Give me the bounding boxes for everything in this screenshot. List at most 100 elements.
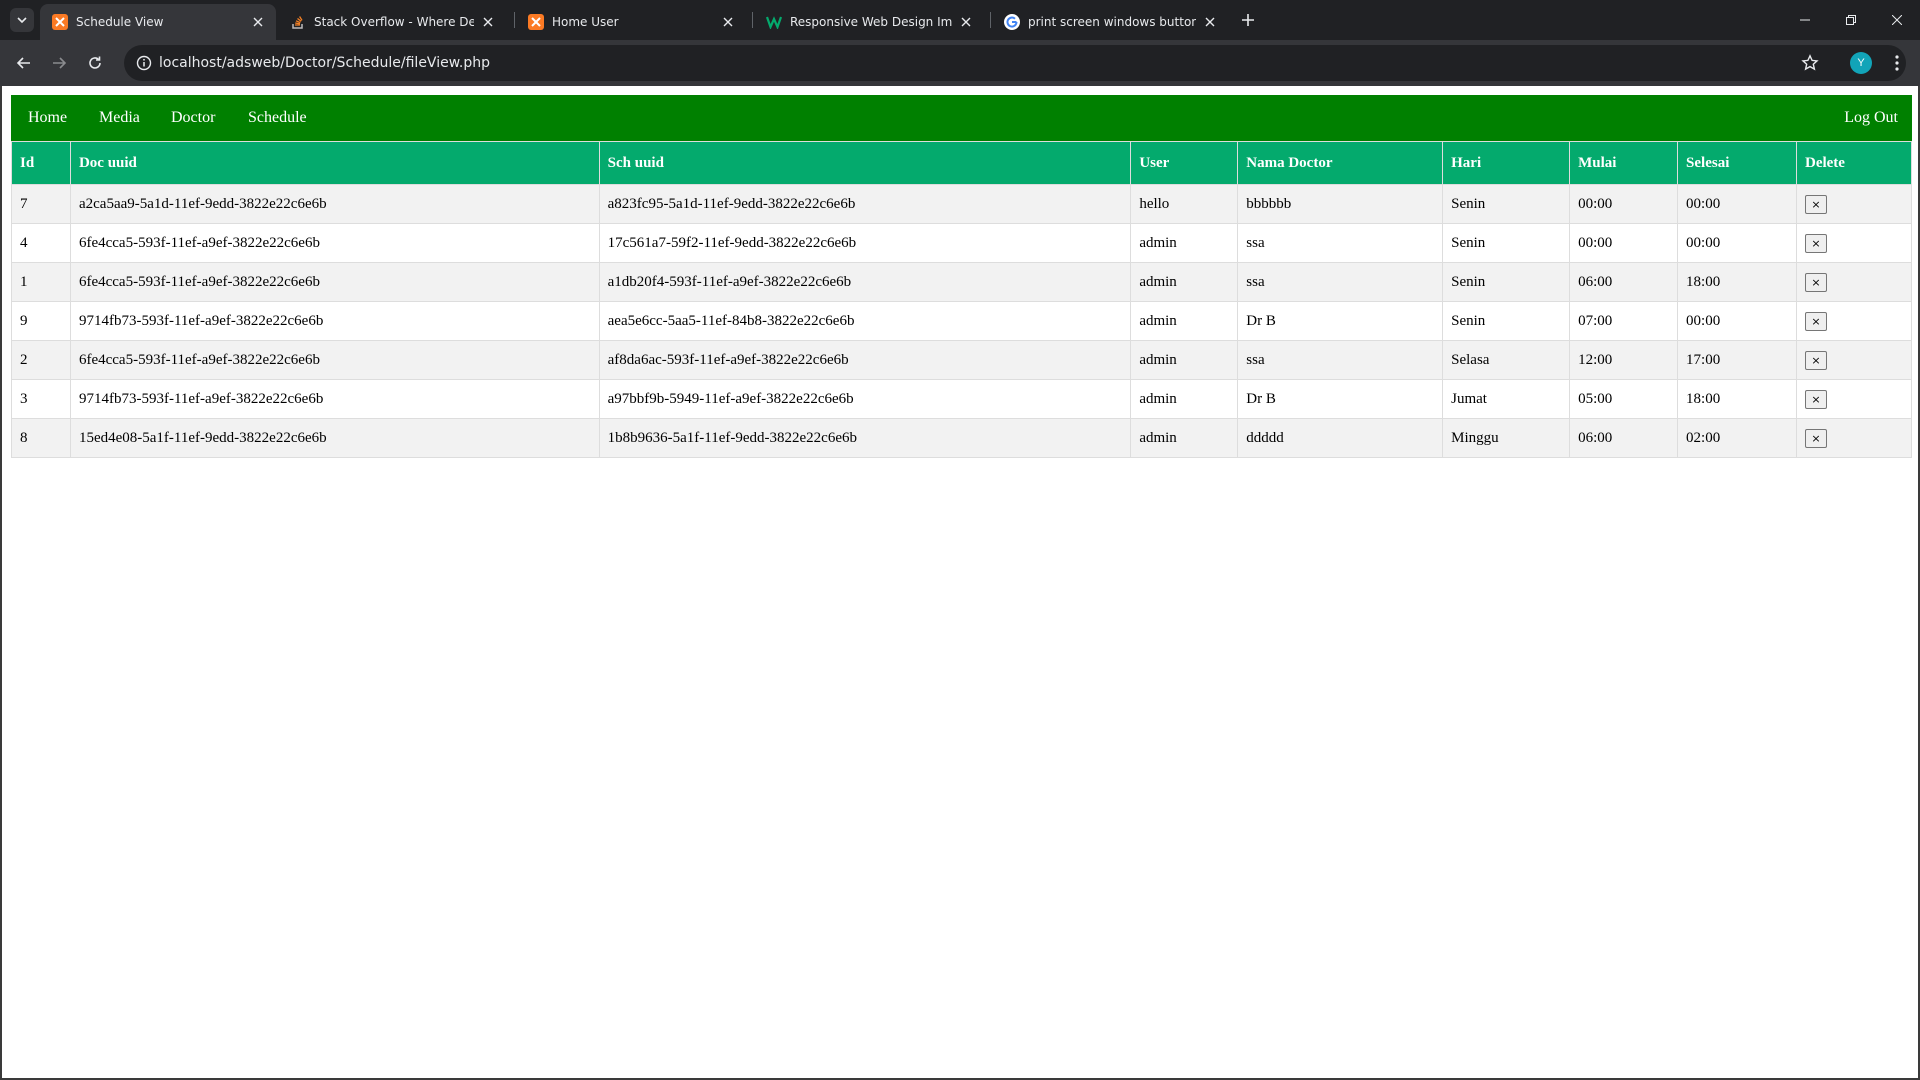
plus-icon <box>1242 14 1254 26</box>
reload-button[interactable] <box>79 47 111 79</box>
stackoverflow-icon <box>290 14 306 30</box>
delete-button[interactable]: × <box>1804 428 1827 448</box>
arrow-right-icon <box>53 57 67 69</box>
table-row: 7 a2ca5aa9-5a1d-11ef-9edd-3822e22c6e6b a… <box>11 184 1913 224</box>
cell-sch-uuid: 17c561a7-59f2-11ef-9edd-3822e22c6e6b <box>598 223 1132 263</box>
column-header-hari: Hari <box>1442 141 1571 185</box>
cell-doctor: ssa <box>1237 223 1444 263</box>
delete-button[interactable]: × <box>1804 389 1827 409</box>
w3schools-icon <box>766 14 782 30</box>
cell-mulai: 07:00 <box>1569 301 1679 341</box>
cell-doctor: ssa <box>1237 340 1444 380</box>
nav-media-link[interactable]: Media <box>99 95 140 141</box>
tab-google-search[interactable]: print screen windows button - G <box>992 4 1228 40</box>
xampp-icon <box>528 14 544 30</box>
table-row: 3 9714fb73-593f-11ef-a9ef-3822e22c6e6b a… <box>11 379 1913 419</box>
tab-strip: Schedule View Stack Overflow - Where Dev… <box>0 0 1920 40</box>
cell-doc-uuid: 6fe4cca5-593f-11ef-a9ef-3822e22c6e6b <box>69 223 600 263</box>
nav-schedule-link[interactable]: Schedule <box>248 95 307 141</box>
cell-user: admin <box>1130 418 1239 458</box>
tab-title: Stack Overflow - Where Develo <box>314 15 474 29</box>
back-button[interactable] <box>8 47 40 79</box>
delete-button[interactable]: × <box>1804 272 1827 292</box>
close-window-button[interactable] <box>1874 0 1920 40</box>
table-row: 8 15ed4e08-5a1f-11ef-9edd-3822e22c6e6b 1… <box>11 418 1913 458</box>
tab-separator <box>514 12 515 28</box>
close-icon[interactable] <box>720 14 736 30</box>
tab-search-button[interactable] <box>10 8 34 32</box>
restore-icon <box>1846 15 1856 25</box>
column-header-nama-doctor: Nama Doctor <box>1237 141 1444 185</box>
cell-doc-uuid: 9714fb73-593f-11ef-a9ef-3822e22c6e6b <box>69 301 600 341</box>
reload-icon <box>89 56 101 69</box>
column-header-doc-uuid: Doc uuid <box>69 141 600 185</box>
cell-hari: Senin <box>1442 301 1571 341</box>
cell-sch-uuid: aea5e6cc-5aa5-11ef-84b8-3822e22c6e6b <box>598 301 1132 341</box>
cell-hari: Minggu <box>1442 418 1571 458</box>
profile-avatar[interactable]: Y <box>1850 52 1872 74</box>
cell-hari: Senin <box>1442 223 1571 263</box>
new-tab-button[interactable] <box>1236 8 1260 32</box>
cell-doctor: ssa <box>1237 262 1444 302</box>
tab-home-user[interactable]: Home User <box>516 4 746 40</box>
forward-button[interactable] <box>43 47 75 79</box>
nav-doctor-link[interactable]: Doctor <box>171 95 215 141</box>
tab-stack-overflow[interactable]: Stack Overflow - Where Develo <box>278 4 506 40</box>
delete-button[interactable]: × <box>1804 233 1827 253</box>
cell-delete: × <box>1795 184 1913 224</box>
close-icon[interactable] <box>1202 14 1218 30</box>
logout-link[interactable]: Log Out <box>1844 95 1898 141</box>
cell-delete: × <box>1795 262 1913 302</box>
delete-button[interactable]: × <box>1804 311 1827 331</box>
cell-user: hello <box>1130 184 1239 224</box>
cell-user: admin <box>1130 262 1239 302</box>
top-navbar: Home Media Doctor Schedule Log Out <box>11 95 1912 141</box>
site-info-icon[interactable] <box>132 51 156 75</box>
cell-mulai: 06:00 <box>1569 418 1679 458</box>
tab-title: Schedule View <box>76 15 164 29</box>
cell-selesai: 17:00 <box>1677 340 1797 380</box>
nav-home-link[interactable]: Home <box>28 95 67 141</box>
cell-selesai: 18:00 <box>1677 262 1797 302</box>
restore-button[interactable] <box>1828 0 1874 40</box>
delete-button[interactable]: × <box>1804 350 1827 370</box>
cell-id: 7 <box>11 184 71 224</box>
cell-mulai: 05:00 <box>1569 379 1679 419</box>
cell-selesai: 00:00 <box>1677 184 1797 224</box>
browser-menu-button[interactable] <box>1884 50 1910 76</box>
cell-selesai: 00:00 <box>1677 223 1797 263</box>
xampp-icon <box>52 14 68 30</box>
cell-doctor: Dr B <box>1237 379 1444 419</box>
column-header-sch-uuid: Sch uuid <box>598 141 1132 185</box>
address-bar[interactable]: localhost/adsweb/Doctor/Schedule/fileVie… <box>124 45 1906 81</box>
bookmark-star-icon[interactable] <box>1798 51 1822 75</box>
cell-mulai: 00:00 <box>1569 184 1679 224</box>
table-row: 1 6fe4cca5-593f-11ef-a9ef-3822e22c6e6b a… <box>11 262 1913 302</box>
cell-mulai: 12:00 <box>1569 340 1679 380</box>
cell-delete: × <box>1795 418 1913 458</box>
column-header-id: Id <box>11 141 71 185</box>
close-icon[interactable] <box>958 14 974 30</box>
minimize-icon <box>1800 19 1810 21</box>
delete-button[interactable]: × <box>1804 194 1827 214</box>
minimize-button[interactable] <box>1782 0 1828 40</box>
tab-title: print screen windows button - G <box>1028 15 1196 29</box>
cell-hari: Senin <box>1442 262 1571 302</box>
tab-title: Responsive Web Design Images <box>790 15 952 29</box>
tab-w3schools[interactable]: Responsive Web Design Images <box>754 4 984 40</box>
google-icon <box>1004 14 1020 30</box>
more-vertical-icon <box>1895 55 1899 71</box>
tab-schedule-view[interactable]: Schedule View <box>40 4 276 40</box>
cell-user: admin <box>1130 223 1239 263</box>
close-icon[interactable] <box>250 14 266 30</box>
schedule-table: Id Doc uuid Sch uuid User Nama Doctor Ha… <box>11 141 1913 458</box>
cell-hari: Jumat <box>1442 379 1571 419</box>
column-header-user: User <box>1130 141 1239 185</box>
cell-mulai: 06:00 <box>1569 262 1679 302</box>
cell-doc-uuid: 15ed4e08-5a1f-11ef-9edd-3822e22c6e6b <box>69 418 600 458</box>
close-icon[interactable] <box>480 14 496 30</box>
cell-doc-uuid: 9714fb73-593f-11ef-a9ef-3822e22c6e6b <box>69 379 600 419</box>
table-row: 9 9714fb73-593f-11ef-a9ef-3822e22c6e6b a… <box>11 301 1913 341</box>
url-text[interactable]: localhost/adsweb/Doctor/Schedule/fileVie… <box>159 45 490 81</box>
cell-delete: × <box>1795 223 1913 263</box>
